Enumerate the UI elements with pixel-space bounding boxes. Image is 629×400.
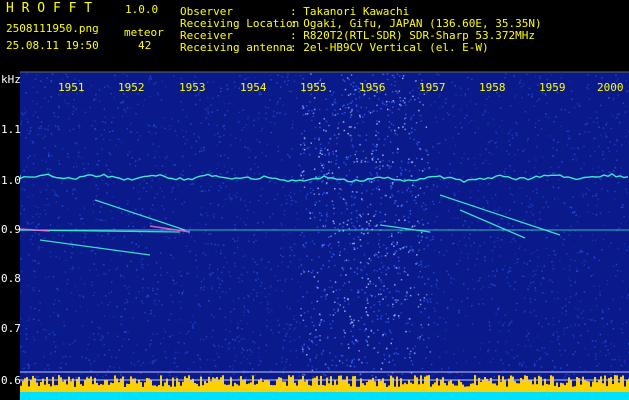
meteor-label: meteor [124,26,164,39]
x-tick-label: 1959 [539,81,566,94]
x-tick-label: 1954 [240,81,267,94]
file-name: 2508111950.png [6,22,99,35]
x-tick-label: 1955 [300,81,327,94]
x-tick-label: 1953 [179,81,206,94]
meteor-count: 42 [138,39,152,52]
x-tick-label: 1951 [58,81,85,94]
y-tick-label: 0.8 [1,272,21,285]
y-tick-label: 0.7 [1,322,21,335]
file-datetime: 25.08.11 19:50 [6,39,99,52]
info-value-antenna: : 2el-HB9CV Vertical (el. E-W) [290,41,489,54]
app-title: H R O F F T [6,1,93,16]
x-tick-label: 1958 [479,81,506,94]
app-version: 1.0.0 [125,3,159,16]
y-tick-label: 0.9 [1,223,21,236]
y-axis-unit: kHz [1,73,21,86]
x-tick-label: 1957 [419,81,446,94]
x-tick-label: 1956 [359,81,386,94]
y-tick-label: 1.0 [1,174,21,187]
x-tick-label: 1952 [118,81,145,94]
info-label-antenna: Receiving antenna [180,41,293,54]
y-tick-label: 1.1 [1,123,21,136]
spectrogram-display [0,0,629,400]
x-tick-label: 2000 [597,81,624,94]
spectrogram-background [20,72,629,400]
y-tick-label: 0.6 [1,374,21,387]
